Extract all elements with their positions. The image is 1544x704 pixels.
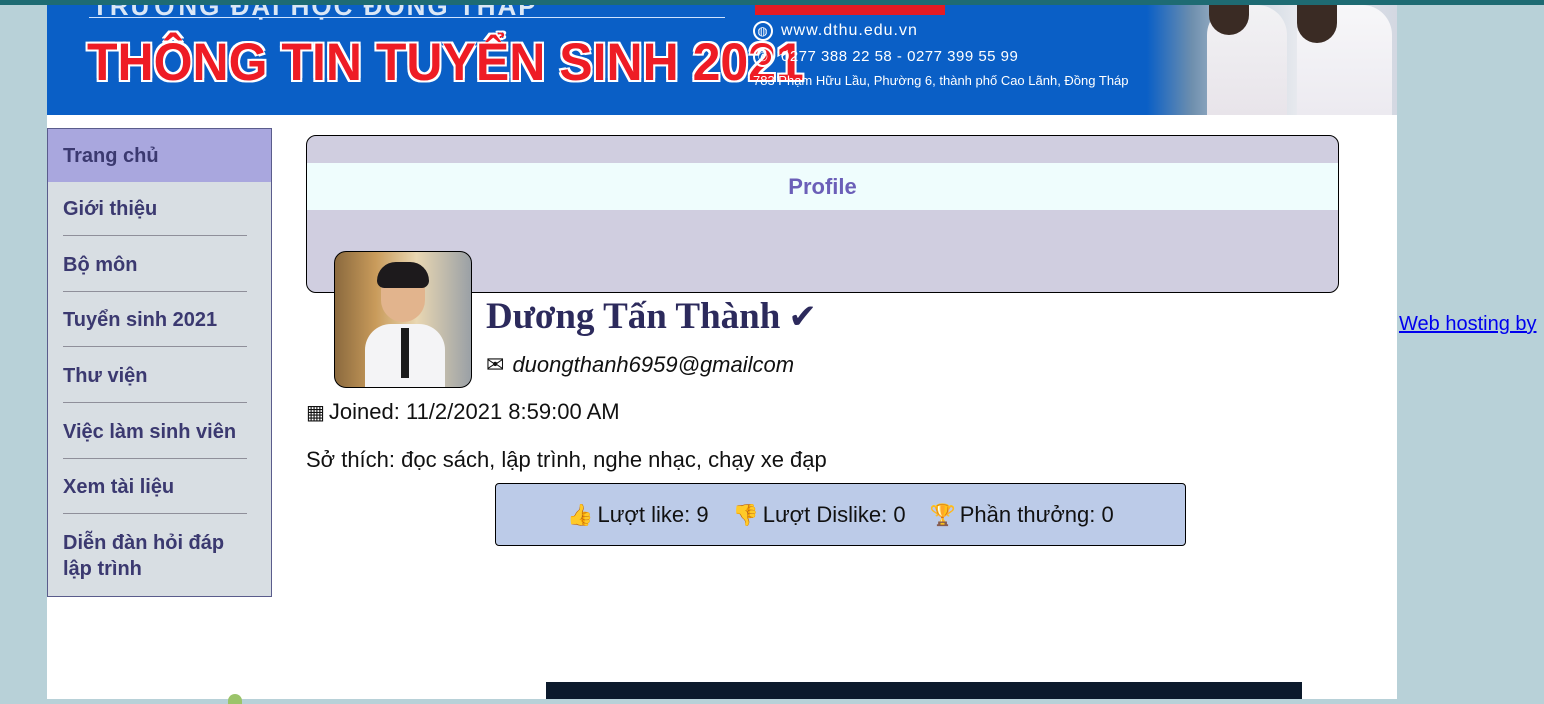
banner-divider <box>89 17 725 18</box>
rewards-stat: 🏆 Phần thưởng: 0 <box>930 502 1114 527</box>
rewards-text: Phần thưởng: 0 <box>959 502 1114 527</box>
profile-name-row: Dương Tấn Thành ✔ <box>486 295 817 338</box>
likes-text: Lượt like: 9 <box>597 502 709 527</box>
likes-stat: 👍 Lượt like: 9 <box>567 502 708 527</box>
footer-logo-fragment <box>228 694 242 704</box>
banner-phones: ✆ 0277 388 22 58 - 0277 399 55 99 <box>753 47 1018 67</box>
sidebar-item-jobs[interactable]: Việc làm sinh viên <box>63 419 247 445</box>
sidebar-item-admissions[interactable]: Tuyển sinh 2021 <box>63 307 247 333</box>
stats-box: 👍 Lượt like: 9 👎 Lượt Dislike: 0 🏆 Phần thưởn… <box>495 483 1186 546</box>
profile-hobbies: Sở thích: đọc sách, lập trình, nghe nhạc… <box>306 447 827 472</box>
sidebar-nav: Trang chủ Giới thiệu Bộ môn Tuyển sinh 2… <box>47 128 272 597</box>
sidebar-item-departments[interactable]: Bộ môn <box>63 252 247 278</box>
web-hosting-link[interactable]: Web hosting by <box>1399 313 1537 336</box>
banner-address: 783 Phạm Hữu Lầu, Phường 6, thành phố Ca… <box>753 73 1129 88</box>
banner-website: ◍ www.dthu.edu.vn <box>753 21 918 41</box>
profile-joined: Joined: 11/2/2021 8:59:00 AM <box>328 399 620 424</box>
sidebar-divider <box>63 346 247 347</box>
thumbs-up-icon: 👍 <box>567 503 594 527</box>
check-icon: ✔ <box>788 297 817 337</box>
banner-headline: THÔNG TIN TUYỂN SINH 2021 <box>87 32 804 92</box>
calendar-icon: ▦ <box>306 400 325 424</box>
banner-photo <box>1147 5 1397 115</box>
phone-icon: ✆ <box>753 47 773 67</box>
embedded-video[interactable] <box>546 682 1302 699</box>
header-banner: TRƯỜNG ĐẠI HỌC ĐỒNG THÁP THÔNG TIN TUYỂN… <box>47 5 1397 115</box>
sidebar-divider <box>63 513 247 514</box>
profile-name: Dương Tấn Thành <box>486 296 781 337</box>
sidebar-divider <box>63 458 247 459</box>
thumbs-down-icon: 👎 <box>732 503 759 527</box>
dislikes-text: Lượt Dislike: 0 <box>762 502 906 527</box>
website-text: www.dthu.edu.vn <box>781 22 918 40</box>
avatar-hair <box>377 262 429 288</box>
sidebar-item-documents[interactable]: Xem tài liệu <box>63 474 247 500</box>
school-name: TRƯỜNG ĐẠI HỌC ĐỒNG THÁP <box>92 5 538 21</box>
envelope-icon: ✉ <box>486 353 505 378</box>
trophy-icon: 🏆 <box>929 503 956 527</box>
globe-icon: ◍ <box>753 21 773 41</box>
profile-email-row: ✉ duongthanh6959@gmailcom <box>486 352 794 378</box>
profile-heading: Profile <box>307 163 1338 210</box>
dislikes-stat: 👎 Lượt Dislike: 0 <box>733 502 906 527</box>
sidebar-item-library[interactable]: Thư viện <box>63 363 247 389</box>
page-container: TRƯỜNG ĐẠI HỌC ĐỒNG THÁP THÔNG TIN TUYỂN… <box>47 5 1397 704</box>
avatar-tie <box>401 328 409 378</box>
sidebar-item-home[interactable]: Trang chủ <box>63 143 247 169</box>
phones-text: 0277 388 22 58 - 0277 399 55 99 <box>781 47 1019 65</box>
sidebar-divider <box>63 402 247 403</box>
sidebar-divider <box>63 235 247 236</box>
sidebar-divider <box>63 291 247 292</box>
avatar <box>334 251 472 388</box>
profile-email: duongthanh6959@gmailcom <box>512 352 795 377</box>
sidebar-item-forum[interactable]: Diễn đàn hỏi đáp lập trình <box>63 530 247 582</box>
profile-joined-row: ▦ Joined: 11/2/2021 8:59:00 AM <box>306 399 620 425</box>
sidebar-item-about[interactable]: Giới thiệu <box>63 196 247 222</box>
banner-red-tag <box>755 5 945 15</box>
